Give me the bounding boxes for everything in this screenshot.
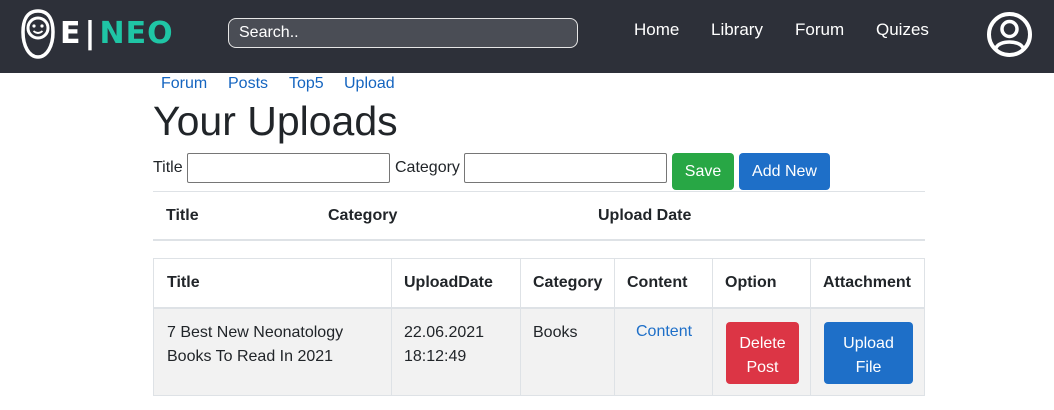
cell-time: 18:12:49 <box>404 348 467 365</box>
brand-separator: | <box>84 16 97 51</box>
brand-letter: E <box>60 16 82 51</box>
title-label: Title <box>153 159 183 176</box>
cell-category: Books <box>533 324 578 341</box>
add-new-button[interactable]: Add New <box>739 153 830 190</box>
subnav-forum[interactable]: Forum <box>161 75 207 93</box>
summary-header-upload-date: Upload Date <box>598 207 692 224</box>
save-button[interactable]: Save <box>672 153 734 190</box>
cell-upload-date: 22.06.2021 18:12:49 <box>404 321 484 369</box>
header-attachment: Attachment <box>823 274 912 291</box>
title-input[interactable] <box>187 153 390 183</box>
column-divider <box>614 259 615 395</box>
upload-file-button[interactable]: Upload File <box>824 322 913 384</box>
header-content: Content <box>627 274 688 291</box>
header-upload-date: UploadDate <box>404 274 493 291</box>
subnav-upload[interactable]: Upload <box>344 75 395 93</box>
brand-name: E | NEO <box>60 8 174 60</box>
summary-table-header-border <box>153 239 925 241</box>
subnav-top5[interactable]: Top5 <box>289 75 324 93</box>
user-circle-icon[interactable] <box>986 11 1033 58</box>
top-navbar: E|NEO Home Library Forum Quizes <box>0 0 1054 73</box>
brand-neo: NEO <box>99 16 174 51</box>
cell-title-line1: 7 Best New Neonatology <box>167 324 344 341</box>
page-title: Your Uploads <box>153 98 398 144</box>
cell-title: 7 Best New Neonatology Books To Read In … <box>167 321 343 369</box>
brand-logo[interactable]: E | NEO <box>20 8 174 60</box>
summary-header-category: Category <box>328 207 398 224</box>
header-option: Option <box>725 274 777 291</box>
column-divider <box>810 259 811 395</box>
baby-face-icon <box>21 9 55 59</box>
cell-date: 22.06.2021 <box>404 324 485 341</box>
delete-post-label-line2: Post <box>746 359 779 376</box>
delete-post-label-line1: Delete <box>739 335 786 352</box>
category-label: Category <box>395 159 460 176</box>
subnav-posts[interactable]: Posts <box>228 75 268 93</box>
summary-table-top-border <box>153 191 925 192</box>
summary-header-title: Title <box>166 207 199 224</box>
header-title: Title <box>167 274 200 291</box>
nav-forum[interactable]: Forum <box>795 20 844 40</box>
column-divider <box>712 259 713 395</box>
category-input[interactable] <box>464 153 667 183</box>
upload-file-label-line1: Upload <box>843 335 894 352</box>
uploads-table: Title UploadDate Category Content Option… <box>153 258 925 396</box>
delete-post-button[interactable]: Delete Post <box>726 322 799 384</box>
nav-quizes[interactable]: Quizes <box>876 20 929 40</box>
nav-library[interactable]: Library <box>711 20 763 40</box>
nav-home[interactable]: Home <box>634 20 679 40</box>
column-divider <box>520 259 521 395</box>
header-category: Category <box>533 274 603 291</box>
cell-title-line2: Books To Read In 2021 <box>167 348 334 365</box>
upload-file-label-line2: File <box>855 359 882 376</box>
content-link[interactable]: Content <box>636 323 692 341</box>
column-divider <box>391 259 392 395</box>
search-input[interactable] <box>228 18 578 48</box>
